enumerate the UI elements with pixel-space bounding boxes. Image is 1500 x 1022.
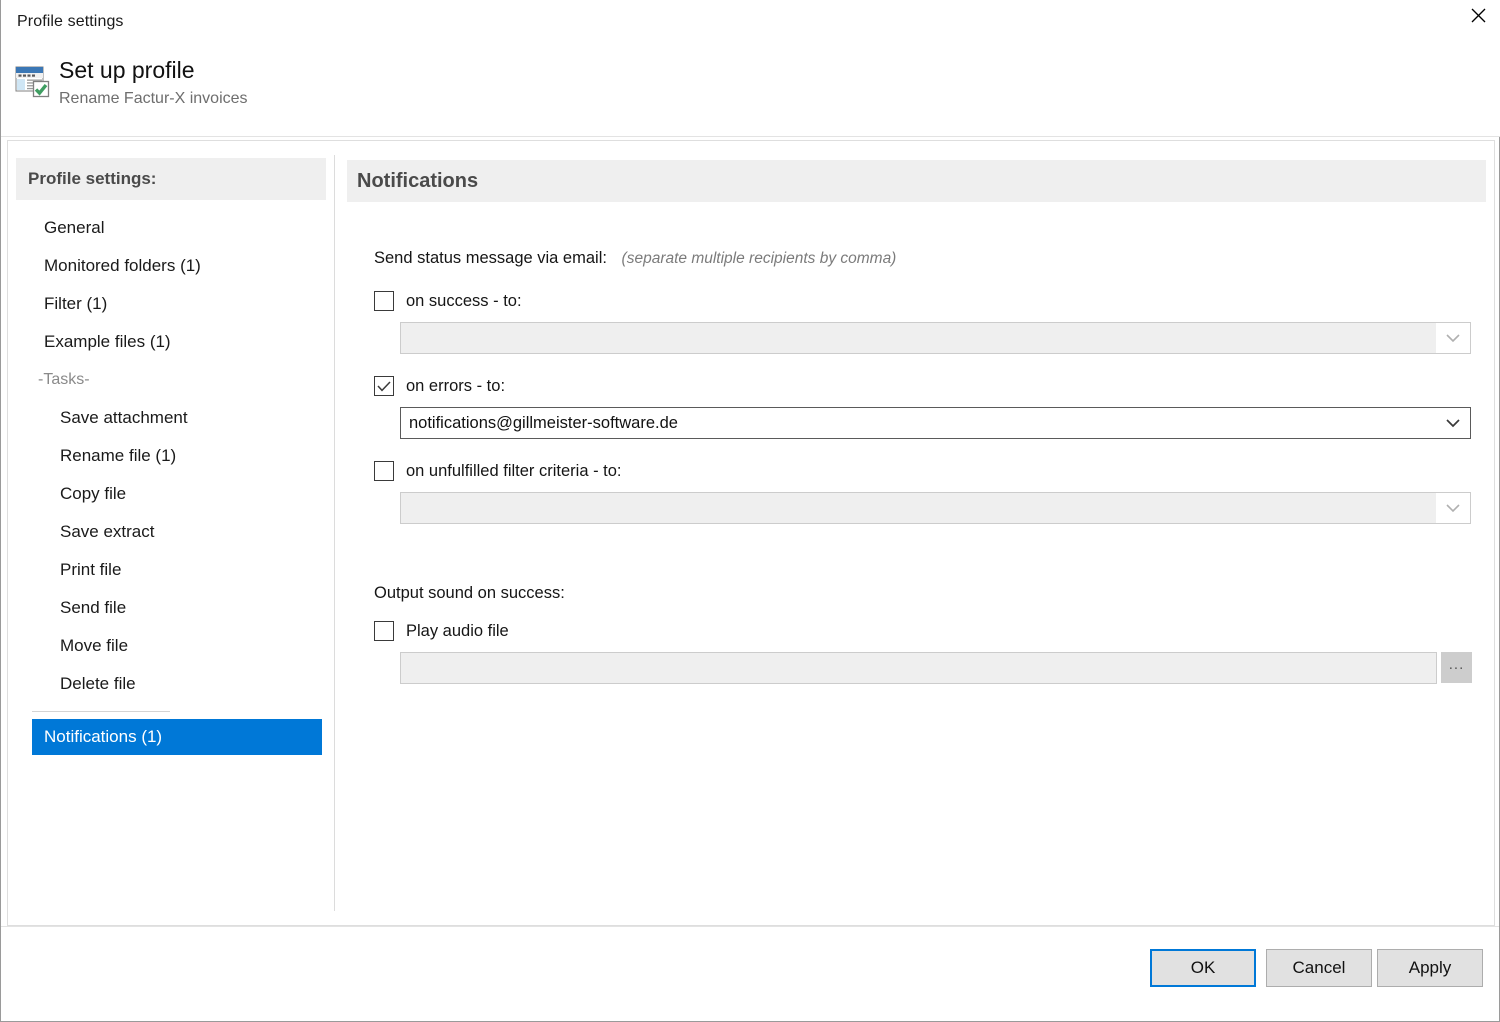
audio-file-browse-label: ...	[1448, 656, 1465, 673]
sidebar-divider	[32, 711, 170, 712]
on-errors-email-value[interactable]: notifications@gillmeister-software.de	[401, 414, 1436, 433]
sidebar-item-label: Save extract	[60, 522, 155, 541]
on-unfulfilled-filter-checkbox-row[interactable]: on unfulfilled filter criteria - to:	[374, 460, 622, 482]
sound-group-label: Output sound on success:	[374, 584, 565, 602]
settings-panel: Profile settings: General Monitored fold…	[7, 140, 1495, 926]
panel-divider	[334, 155, 335, 911]
sidebar-nav: General Monitored folders (1) Filter (1)…	[8, 209, 333, 755]
sidebar-section-label: -Tasks-	[38, 371, 90, 388]
sidebar-item-copy-file[interactable]: Copy file	[8, 475, 333, 513]
sidebar-item-label: Delete file	[60, 674, 136, 693]
dialog-header: Set up profile Rename Factur-X invoices	[1, 47, 1500, 136]
sidebar-item-save-extract[interactable]: Save extract	[8, 513, 333, 551]
window-titlebar: Profile settings	[1, 0, 1500, 47]
sidebar-item-move-file[interactable]: Move file	[8, 627, 333, 665]
profile-setup-icon	[13, 61, 51, 99]
on-unfulfilled-filter-email-combo[interactable]	[400, 492, 1471, 524]
email-group-label-text: Send status message via email:	[374, 249, 607, 267]
window-title: Profile settings	[17, 13, 124, 30]
email-group-hint: (separate multiple recipients by comma)	[621, 250, 897, 267]
ok-button-label: OK	[1190, 958, 1216, 977]
play-audio-file-checkbox[interactable]	[374, 621, 394, 641]
section-title: Notifications	[357, 169, 479, 192]
sidebar-item-label: Move file	[60, 636, 129, 655]
sidebar-item-example-files[interactable]: Example files (1)	[8, 323, 333, 361]
on-errors-checkbox-row[interactable]: on errors - to:	[374, 375, 505, 397]
sidebar-item-filter[interactable]: Filter (1)	[8, 285, 333, 323]
ok-button[interactable]: OK	[1150, 949, 1256, 987]
play-audio-file-checkbox-row[interactable]: Play audio file	[374, 620, 509, 642]
sidebar-item-label: Print file	[60, 560, 122, 579]
sidebar-item-label: Filter (1)	[44, 294, 108, 313]
sidebar-item-rename-file[interactable]: Rename file (1)	[8, 437, 333, 475]
sidebar-item-label: Rename file (1)	[60, 446, 177, 465]
apply-button-label: Apply	[1408, 958, 1452, 977]
sidebar-heading: Profile settings:	[16, 158, 326, 200]
email-group-label: Send status message via email: (separate…	[374, 249, 896, 268]
sidebar-item-general[interactable]: General	[8, 209, 333, 247]
on-success-label: on success - to:	[406, 291, 522, 310]
sidebar-item-delete-file[interactable]: Delete file	[8, 665, 333, 703]
section-header: Notifications	[347, 160, 1486, 202]
sidebar-item-save-attachment[interactable]: Save attachment	[8, 399, 333, 437]
play-audio-file-label: Play audio file	[406, 621, 509, 640]
sidebar-item-send-file[interactable]: Send file	[8, 589, 333, 627]
on-unfulfilled-filter-checkbox[interactable]	[374, 461, 394, 481]
on-success-email-combo[interactable]	[400, 322, 1471, 354]
sidebar-item-label: General	[44, 218, 105, 237]
sidebar-heading-label: Profile settings:	[28, 169, 157, 188]
cancel-button[interactable]: Cancel	[1266, 949, 1372, 987]
sidebar-item-label: Save attachment	[60, 408, 188, 427]
footer-divider	[1, 926, 1499, 927]
header-divider	[1, 136, 1500, 137]
on-errors-checkbox[interactable]	[374, 376, 394, 396]
sidebar-item-label: Example files (1)	[44, 332, 171, 351]
on-unfulfilled-filter-label: on unfulfilled filter criteria - to:	[406, 461, 622, 480]
profile-settings-dialog: Profile settings Set up profile Rename F…	[0, 0, 1500, 1022]
sidebar-section-tasks: -Tasks-	[8, 361, 333, 399]
sidebar-item-notifications[interactable]: Notifications (1)	[32, 719, 322, 755]
sidebar-item-label: Monitored folders (1)	[44, 256, 201, 275]
audio-file-path-input[interactable]	[400, 652, 1437, 684]
close-icon[interactable]	[1455, 0, 1500, 30]
chevron-down-icon[interactable]	[1436, 408, 1470, 438]
on-success-checkbox-row[interactable]: on success - to:	[374, 290, 522, 312]
cancel-button-label: Cancel	[1292, 958, 1346, 977]
sidebar: Profile settings: General Monitored fold…	[8, 141, 333, 925]
main-content: Notifications Send status message via em…	[341, 141, 1494, 925]
sidebar-item-print-file[interactable]: Print file	[8, 551, 333, 589]
sidebar-item-label: Notifications (1)	[44, 727, 163, 746]
chevron-down-icon[interactable]	[1436, 323, 1470, 353]
on-errors-email-combo[interactable]: notifications@gillmeister-software.de	[400, 407, 1471, 439]
page-subtitle: Rename Factur-X invoices	[59, 90, 248, 107]
on-errors-label: on errors - to:	[406, 376, 506, 395]
chevron-down-icon[interactable]	[1436, 493, 1470, 523]
dialog-footer: OK Cancel Apply	[1, 926, 1499, 1021]
audio-file-browse-button[interactable]: ...	[1441, 652, 1472, 683]
on-success-checkbox[interactable]	[374, 291, 394, 311]
page-title: Set up profile	[59, 57, 195, 83]
sidebar-item-label: Copy file	[60, 484, 127, 503]
apply-button[interactable]: Apply	[1377, 949, 1483, 987]
sidebar-item-monitored-folders[interactable]: Monitored folders (1)	[8, 247, 333, 285]
sidebar-item-label: Send file	[60, 598, 127, 617]
